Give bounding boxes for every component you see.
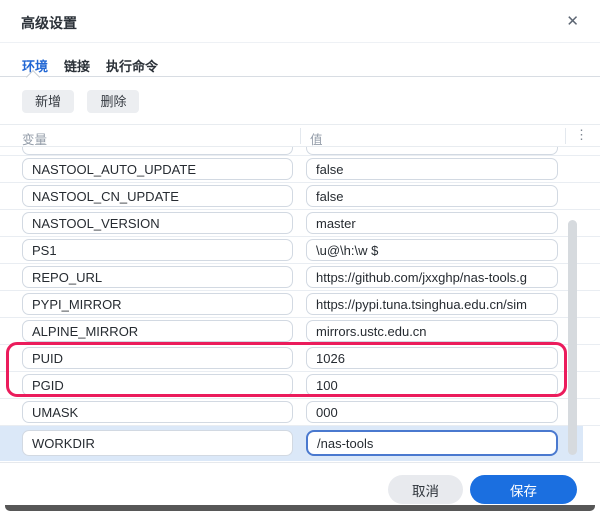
variable-name-input[interactable] xyxy=(22,320,293,342)
tab-links[interactable]: 链接 xyxy=(64,56,90,75)
table-header: 变量 值 ⋮ xyxy=(0,124,600,147)
variable-value-input[interactable] xyxy=(306,293,558,315)
variable-value-input[interactable] xyxy=(306,239,558,261)
dialog-footer: 取消 保存 xyxy=(0,462,600,506)
variable-name-input[interactable] xyxy=(22,239,293,261)
table-row xyxy=(0,372,600,399)
add-button[interactable]: 新增 xyxy=(22,90,75,113)
variable-name-input[interactable] xyxy=(22,266,293,288)
variable-value-input[interactable] xyxy=(306,158,558,180)
tab-execute-command[interactable]: 执行命令 xyxy=(106,56,158,75)
table-row xyxy=(0,147,600,156)
variable-value-input[interactable] xyxy=(306,212,558,234)
table-row xyxy=(0,156,600,183)
variable-value-input[interactable] xyxy=(306,320,558,342)
variable-name-input[interactable] xyxy=(22,430,293,456)
variable-value-input[interactable] xyxy=(306,185,558,207)
variable-value-input[interactable] xyxy=(306,147,558,155)
vertical-scrollbar-thumb[interactable] xyxy=(568,220,577,455)
variable-name-input[interactable] xyxy=(22,374,293,396)
variable-value-input[interactable] xyxy=(306,347,558,369)
window-bottom-edge xyxy=(5,505,595,511)
table-row xyxy=(0,264,600,291)
table-row xyxy=(0,210,600,237)
variable-name-input[interactable] xyxy=(22,147,293,155)
tab-bar: 环境 链接 执行命令 xyxy=(0,43,600,85)
column-header-variable: 变量 xyxy=(22,133,48,147)
table-row xyxy=(0,291,600,318)
header-menu-divider xyxy=(565,128,566,144)
close-icon[interactable]: ✕ xyxy=(562,10,583,32)
column-header-value: 值 xyxy=(310,133,323,147)
variable-name-input[interactable] xyxy=(22,293,293,315)
table-row xyxy=(0,345,600,372)
variable-name-input[interactable] xyxy=(22,401,293,423)
table-toolbar: 新增 删除 xyxy=(22,90,148,114)
variable-value-input[interactable] xyxy=(306,266,558,288)
variable-value-input[interactable] xyxy=(306,401,558,423)
save-button[interactable]: 保存 xyxy=(470,475,577,504)
table-row xyxy=(0,183,600,210)
variable-name-input[interactable] xyxy=(22,185,293,207)
env-table-body xyxy=(0,147,600,461)
table-row xyxy=(0,399,600,426)
table-row xyxy=(0,426,600,461)
delete-button[interactable]: 删除 xyxy=(87,90,140,113)
variable-name-input[interactable] xyxy=(22,158,293,180)
variable-name-input[interactable] xyxy=(22,212,293,234)
table-row xyxy=(0,318,600,345)
dialog-titlebar: 高级设置 ✕ xyxy=(0,0,600,43)
variable-value-input[interactable] xyxy=(306,430,558,456)
tab-divider xyxy=(0,76,600,77)
advanced-settings-dialog: 高级设置 ✕ 环境 链接 执行命令 新增 删除 变量 值 ⋮ NASTOOL_A… xyxy=(0,0,600,511)
column-menu-icon[interactable]: ⋮ xyxy=(569,126,594,144)
dialog-title: 高级设置 xyxy=(21,15,77,31)
variable-name-input[interactable] xyxy=(22,347,293,369)
cancel-button[interactable]: 取消 xyxy=(388,475,463,504)
table-row xyxy=(0,237,600,264)
header-column-divider xyxy=(300,128,301,144)
variable-value-input[interactable] xyxy=(306,374,558,396)
